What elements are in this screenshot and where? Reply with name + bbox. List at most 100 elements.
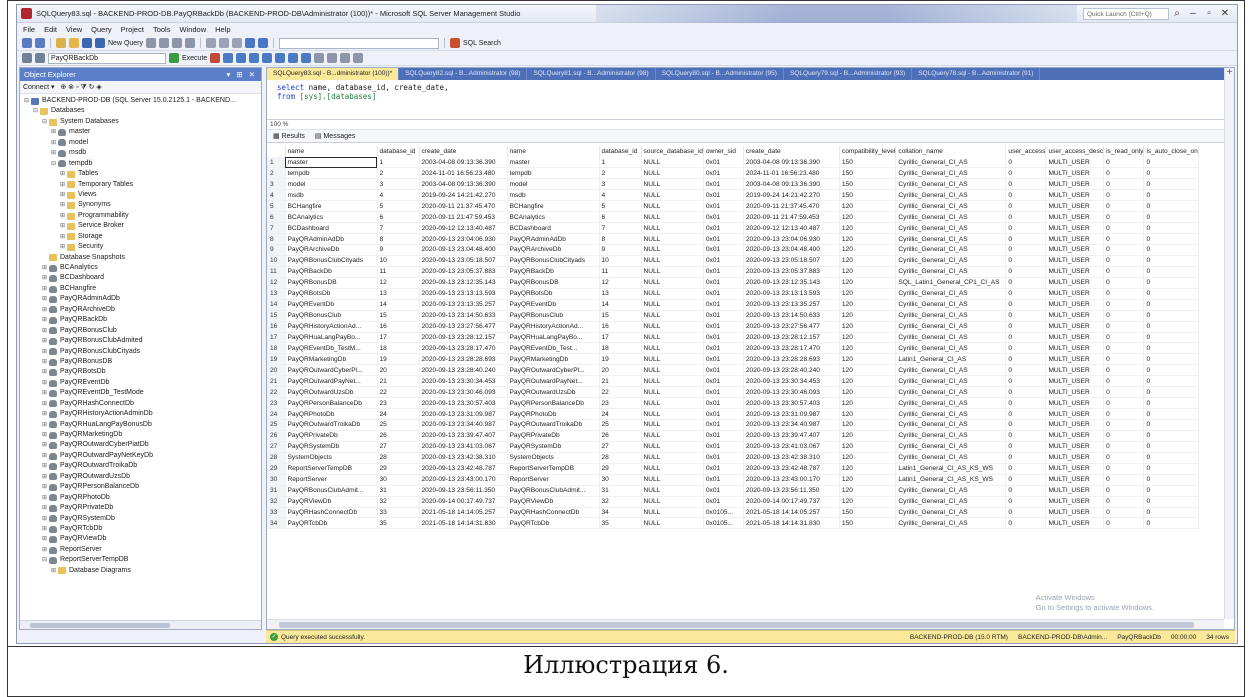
tree-node[interactable]: ⊞ master [20, 127, 261, 137]
tree-node[interactable]: ⊞ PayQRPhotoDb [20, 493, 261, 503]
table-cell[interactable]: 0 [1005, 397, 1047, 410]
table-cell[interactable]: BCDashboard [285, 222, 378, 235]
table-cell[interactable]: PayQRPersonBalanceDb [285, 397, 378, 410]
table-cell[interactable]: 0x01 [703, 397, 744, 410]
table-cell[interactable]: 120 [839, 332, 897, 344]
table-cell[interactable]: PayQRBonusDB [507, 277, 600, 289]
table-cell[interactable]: model [507, 178, 600, 191]
quick-launch-input[interactable]: Quick Launch (Ctrl+Q) [1083, 7, 1169, 20]
table-cell[interactable]: Cyrillic_General_CI_AS [895, 255, 1007, 267]
table-cell[interactable]: PayQRBotsDb [507, 288, 600, 300]
table-cell[interactable]: 2020-09-13 23:30:34.453 [419, 375, 508, 388]
copy-icon[interactable] [219, 38, 230, 48]
expand-icon[interactable]: ⊞ [41, 315, 48, 325]
table-cell[interactable]: 120 [839, 397, 897, 410]
document-tab[interactable]: SQLQuery79.sql - B...Administrator (93) [784, 68, 913, 80]
expand-icon[interactable]: ⊞ [59, 180, 66, 190]
expand-icon[interactable]: ⊞ [41, 493, 48, 503]
column-header[interactable]: database_id [377, 146, 420, 157]
table-cell[interactable]: NULL [641, 517, 704, 530]
split-plus-icon[interactable]: + [1225, 68, 1234, 78]
table-cell[interactable]: PayQRBonusDB [285, 277, 378, 289]
table-cell[interactable]: 3 [599, 178, 642, 191]
table-cell[interactable]: 120 [839, 233, 897, 245]
table-cell[interactable]: 0 [1143, 200, 1199, 213]
table-cell[interactable]: 0 [1143, 397, 1199, 410]
row-number[interactable]: 4 [267, 189, 286, 202]
tree-node[interactable]: ⊞ PayQRHashConnectDb [20, 399, 261, 409]
tree-node[interactable]: ⊞ PayQRTcbDb [20, 524, 261, 534]
table-cell[interactable]: 19 [377, 353, 420, 366]
table-cell[interactable]: 2020-09-13 23:28:28.693 [419, 353, 508, 366]
collapse-icon[interactable]: ⊟ [23, 96, 30, 106]
table-cell[interactable]: master [285, 157, 378, 169]
table-cell[interactable]: Cyrillic_General_CI_AS [895, 441, 1007, 453]
table-cell[interactable]: 0 [1103, 266, 1145, 278]
table-cell[interactable]: NULL [641, 255, 704, 267]
table-row[interactable]: 12 PayQRBonusDB 12 2020-09-13 23:12:35.143 P… [267, 277, 1199, 289]
tree-node[interactable]: Database Snapshots [20, 253, 261, 263]
table-cell[interactable]: 32 [377, 496, 420, 508]
table-cell[interactable]: 0x01 [703, 485, 744, 497]
table-cell[interactable]: Cyrillic_General_CI_AS [895, 452, 1007, 464]
table-cell[interactable]: 2020-09-13 23:05:37.883 [743, 266, 840, 278]
table-cell[interactable]: Cyrillic_General_CI_AS [895, 342, 1007, 355]
table-cell[interactable]: 0 [1103, 277, 1145, 289]
column-header[interactable]: database_id [599, 146, 642, 157]
tree-node[interactable]: ⊞ PayQRArchiveDb [20, 305, 261, 315]
table-cell[interactable]: Cyrillic_General_CI_AS [895, 321, 1007, 333]
table-cell[interactable]: NULL [641, 332, 704, 344]
find-combo[interactable] [279, 37, 440, 49]
column-header[interactable]: is_read_only [1103, 146, 1145, 157]
document-tab[interactable]: SQLQuery81.sql - B...Administrator (98) [527, 68, 656, 80]
table-cell[interactable]: 2024-11-01 16:56:23.480 [743, 167, 840, 180]
row-number[interactable]: 16 [267, 321, 286, 333]
table-cell[interactable]: 0 [1143, 375, 1199, 388]
table-cell[interactable]: 2020-09-11 21:47:59.453 [743, 211, 840, 224]
row-number[interactable]: 22 [267, 386, 286, 399]
table-row[interactable]: 15 PayQRBonusClub 15 2020-09-13 23:14:50.63… [267, 310, 1199, 322]
table-cell[interactable]: SystemObjects [285, 452, 378, 464]
table-cell[interactable]: PayQROutwardCyberPl... [507, 364, 600, 377]
tree-node[interactable]: ⊞ PayQRBotsDb [20, 367, 261, 377]
row-number[interactable]: 20 [267, 364, 286, 377]
table-cell[interactable]: 120 [839, 463, 897, 475]
table-cell[interactable]: PayQRBonusClubCityads [507, 255, 600, 267]
expand-icon[interactable]: ⊞ [59, 169, 66, 179]
explorer-horizontal-scrollbar[interactable] [20, 620, 261, 629]
table-cell[interactable]: 0 [1005, 496, 1047, 508]
tree-node[interactable]: ⊟ System Databases [20, 117, 261, 127]
estimated-plan-icon[interactable] [236, 53, 247, 63]
table-cell[interactable]: MULTI_USER [1045, 211, 1105, 224]
table-cell[interactable]: 30 [599, 474, 642, 486]
table-cell[interactable]: 0 [1143, 496, 1199, 508]
table-cell[interactable]: PayQRBotsDb [285, 288, 378, 300]
table-cell[interactable]: 0 [1005, 233, 1047, 245]
table-cell[interactable]: 120 [839, 375, 897, 388]
table-cell[interactable]: 2020-09-13 23:27:56.477 [419, 321, 508, 333]
table-cell[interactable]: 0 [1143, 419, 1199, 431]
table-row[interactable]: 9 PayQRArchiveDb 9 2020-09-13 23:04:48.400 P… [267, 244, 1199, 256]
row-number[interactable]: 33 [267, 507, 286, 519]
table-cell[interactable]: 0x0105... [703, 517, 744, 530]
table-cell[interactable]: 0 [1143, 353, 1199, 366]
new-query-button[interactable]: New Query [108, 40, 143, 47]
sql-code-editor[interactable]: select name, database_id, create_date, f… [267, 80, 1234, 120]
table-cell[interactable]: MULTI_USER [1045, 157, 1105, 169]
collapse-icon[interactable]: ⊟ [50, 159, 57, 169]
connect-dropdown[interactable]: Connect ▾ [23, 84, 55, 91]
table-cell[interactable]: 0 [1103, 299, 1145, 311]
table-cell[interactable]: 0 [1143, 408, 1199, 420]
tree-node[interactable]: ⊞ PayQROutwardPayNetKeyDb [20, 451, 261, 461]
column-header[interactable]: owner_sid [703, 146, 744, 157]
table-cell[interactable]: PayQRHuaLangPayBo... [507, 332, 600, 344]
tree-node[interactable]: ⊟ tempdb [20, 159, 261, 169]
minimize-button[interactable]: – [1185, 8, 1201, 19]
table-cell[interactable]: 0 [1005, 507, 1047, 519]
table-cell[interactable]: 20 [377, 364, 420, 377]
table-cell[interactable]: 15 [599, 310, 642, 322]
table-cell[interactable]: 0x01 [703, 332, 744, 344]
table-cell[interactable]: Cyrillic_General_CI_AS [895, 157, 1007, 169]
save-all-icon[interactable] [95, 38, 105, 48]
table-cell[interactable]: 0 [1005, 321, 1047, 333]
